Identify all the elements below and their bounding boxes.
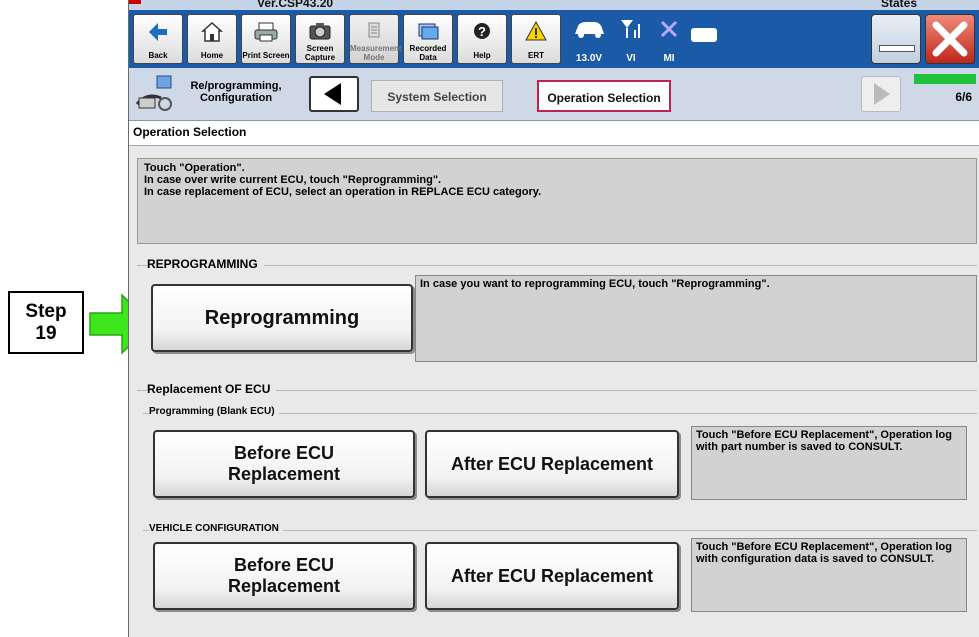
left-triangle-icon — [324, 83, 341, 105]
config-before-ecu-button[interactable]: Before ECU Replacement — [153, 542, 415, 610]
config-before-ecu-line2: Replacement — [227, 576, 341, 596]
camera-icon — [309, 23, 331, 40]
back-button[interactable]: Back — [133, 14, 183, 64]
page-title-bar: Operation Selection — [129, 121, 979, 146]
brand-mark — [129, 0, 141, 4]
back-arrow-icon — [149, 23, 167, 41]
config-before-ecu-line1: Before ECU — [233, 555, 335, 575]
screen-capture-button[interactable]: Screen Capture — [295, 14, 345, 64]
recorded-data-label: Recorded Data — [409, 44, 447, 62]
step-number: 19 — [35, 323, 57, 344]
print-screen-button[interactable]: Print Screen — [241, 14, 291, 64]
car-battery-icon — [575, 22, 604, 38]
x-mark-icon — [660, 20, 678, 38]
help-label: Help — [473, 51, 491, 60]
vehicle-configuration-title: VEHICLE CONFIGURATION — [149, 523, 283, 534]
states-label: States — [881, 0, 918, 10]
minimize-button[interactable] — [871, 14, 921, 64]
reprogramming-description: In case you want to reprogramming ECU, t… — [415, 275, 977, 362]
progress-bar — [914, 74, 976, 84]
toolbar: Back Home Print Screen Screen Capture Me… — [129, 10, 979, 68]
recorded-data-icon — [418, 23, 439, 40]
programming-before-ecu-line2: Replacement — [227, 464, 341, 484]
instruction-panel: Touch "Operation". In case over write cu… — [137, 158, 977, 244]
ert-button[interactable]: ERT — [511, 14, 561, 64]
consult-window: Ver.CSP43.20 States Back Home Print Scre… — [128, 0, 979, 637]
home-label: Home — [200, 51, 224, 60]
right-triangle-icon — [874, 83, 890, 105]
close-button[interactable] — [925, 14, 975, 64]
instruction-line: In case replacement of ECU, select an op… — [144, 186, 542, 198]
nav-back-button[interactable] — [309, 76, 359, 112]
battery-icon — [691, 28, 717, 42]
reprogramming-button[interactable]: Reprogramming — [151, 284, 413, 352]
config-after-ecu-button[interactable]: After ECU Replacement — [425, 542, 679, 610]
close-icon — [932, 21, 968, 57]
mi-label: MI — [663, 53, 675, 64]
printer-icon — [254, 22, 278, 42]
step-annotation: Step 19 — [8, 291, 84, 354]
home-icon — [201, 21, 223, 42]
replacement-title: Replacement OF ECU — [147, 382, 277, 396]
signal-icon — [621, 20, 640, 38]
nav-bar: Re/programming, Configuration System Sel… — [129, 68, 979, 121]
instruction-line: In case over write current ECU, touch "R… — [144, 174, 442, 186]
back-label: Back — [148, 51, 168, 60]
ert-label: ERT — [528, 51, 544, 60]
programming-before-ecu-button[interactable]: Before ECU Replacement — [153, 430, 415, 498]
version-label: Ver.CSP43.20 — [257, 0, 334, 10]
page-title: Operation Selection — [133, 125, 247, 139]
voltage-label: 13.0V — [575, 53, 603, 64]
content-area: Touch "Operation". In case over write cu… — [129, 146, 979, 637]
progress-text: 6/6 — [955, 90, 972, 104]
reprogramming-icon — [135, 75, 172, 111]
nav-forward-button[interactable] — [861, 76, 901, 112]
measurement-mode-button[interactable]: Measurement Mode — [349, 14, 402, 64]
programming-after-ecu-button[interactable]: After ECU Replacement — [425, 430, 679, 498]
tab-operation-selection[interactable]: Operation Selection — [537, 80, 671, 112]
tab-system-selection[interactable]: System Selection — [371, 80, 503, 112]
progress-indicator: 6/6 — [914, 74, 976, 114]
recorded-data-button[interactable]: Recorded Data — [403, 14, 453, 64]
vi-label: VI — [626, 53, 636, 64]
measurement-mode-label: Measurement Mode — [350, 44, 402, 62]
programming-before-ecu-line1: Before ECU — [233, 443, 335, 463]
warning-icon — [525, 21, 547, 41]
config-description: Touch "Before ECU Replacement", Operatio… — [691, 538, 967, 612]
print-screen-label: Print Screen — [242, 51, 290, 60]
reprogramming-title: REPROGRAMMING — [147, 257, 264, 271]
battery-status: 13.0V — [571, 18, 607, 64]
measurement-icon — [368, 22, 380, 38]
home-button[interactable]: Home — [187, 14, 237, 64]
svg-text:?: ? — [478, 24, 486, 39]
step-word: Step — [25, 301, 67, 322]
help-icon: ? — [474, 23, 490, 39]
title-strip: Ver.CSP43.20 States — [129, 0, 979, 10]
screen-capture-label: Screen Capture — [304, 44, 336, 62]
instruction-line: Touch "Operation". — [144, 162, 245, 174]
programming-title: Programming (Blank ECU) — [149, 406, 279, 417]
mi-status: MI — [651, 18, 687, 64]
programming-description: Touch "Before ECU Replacement", Operatio… — [691, 426, 967, 500]
minimize-icon — [879, 45, 915, 52]
nav-section-label: Re/programming, Configuration — [190, 80, 282, 104]
help-button[interactable]: ? Help — [457, 14, 507, 64]
vi-status: VI — [613, 18, 649, 64]
